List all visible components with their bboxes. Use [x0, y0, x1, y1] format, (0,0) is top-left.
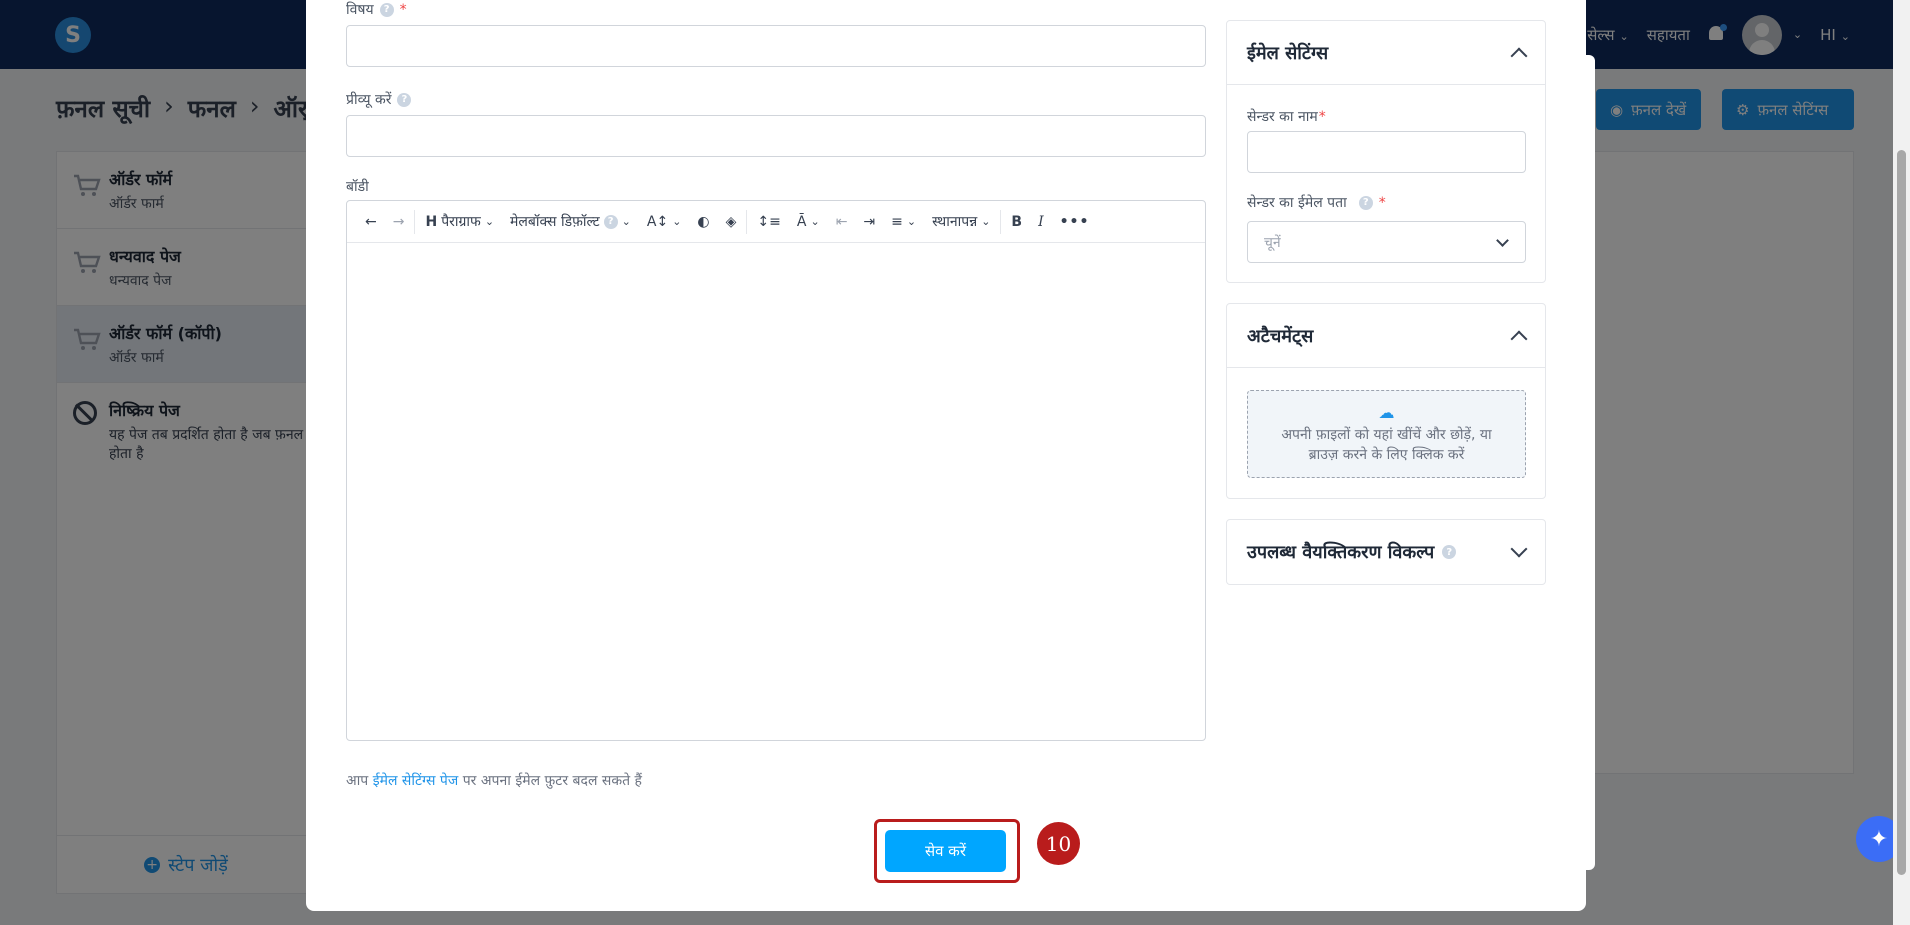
heading-icon: H	[425, 213, 438, 230]
chevron-down-icon: ⌄	[906, 215, 917, 228]
toolbar-divider	[414, 209, 416, 234]
italic-icon[interactable]: I	[1030, 201, 1052, 243]
font-size-select[interactable]: A↕ ⌄	[639, 201, 690, 243]
email-settings-card: ईमेल सेटिंग्स सेन्डर का नाम * सेन्डर का …	[1226, 20, 1546, 283]
sparkle-icon: ✦	[1869, 826, 1889, 852]
sender-name-label-text: सेन्डर का नाम	[1247, 109, 1318, 125]
footer-suffix: पर अपना ईमेल फ़ुटर बदल सकते हैं	[462, 773, 642, 789]
subject-input[interactable]	[346, 25, 1206, 67]
toolbar-divider	[746, 209, 748, 234]
email-settings-link[interactable]: ईमेल सेटिंग्स पेज	[373, 773, 459, 789]
chevron-down-icon: ⌄	[672, 215, 682, 228]
chevron-down-icon: ⌄	[981, 215, 991, 228]
attachments-card: अटैचमेंट्स ☁ अपनी फ़ाइलों को यहां खींचें…	[1226, 303, 1546, 499]
file-dropzone[interactable]: ☁ अपनी फ़ाइलों को यहां खींचें और छोड़ें,…	[1247, 390, 1526, 478]
required-marker: *	[1318, 108, 1326, 125]
body-editor: ← → H पैराग्राफ ⌄ मेलबॉक्स डिफ़ॉल्ट? ⌄ A↕ ⌄ …	[346, 200, 1206, 741]
editor-toolbar: ← → H पैराग्राफ ⌄ मेलबॉक्स डिफ़ॉल्ट? ⌄ A↕ ⌄ …	[347, 201, 1205, 243]
bold-icon[interactable]: B	[1003, 201, 1030, 243]
align-select[interactable]: ≡ ⌄	[883, 201, 924, 243]
dropzone-text-1: अपनी फ़ाइलों को यहां खींचें और छोड़ें, य…	[1281, 427, 1492, 443]
cloud-upload-icon: ☁	[1378, 403, 1395, 422]
undo-icon[interactable]: ←	[357, 201, 385, 243]
line-height-icon[interactable]: ↕≡	[749, 201, 788, 243]
body-label: बॉडी	[346, 177, 369, 196]
save-button[interactable]: सेव करें	[885, 830, 1006, 872]
sender-name-input[interactable]	[1247, 131, 1526, 173]
chevron-down-icon: ⌄	[810, 215, 820, 228]
outdent-icon[interactable]: ⇤	[828, 201, 856, 243]
chevron-up-icon	[1510, 330, 1528, 347]
sender-email-select[interactable]: चूनें	[1247, 221, 1526, 263]
heading-label: पैराग्राफ	[441, 214, 481, 230]
clear-format-icon: Ā	[796, 213, 807, 230]
footer-note: आप ईमेल सेटिंग्स पेज पर अपना ईमेल फ़ुटर …	[346, 771, 642, 790]
help-icon: ?	[603, 214, 618, 229]
sender-name-label: सेन्डर का नाम *	[1247, 107, 1326, 126]
chevron-down-icon: ⌄	[484, 215, 495, 228]
personalization-title: उपलब्ध वैयक्तिकरण विकल्प	[1247, 542, 1435, 563]
heading-select[interactable]: H पैराग्राफ ⌄	[417, 201, 502, 243]
subject-label: विषय ? *	[346, 0, 407, 19]
preview-label: प्रीव्यू करें ?	[346, 90, 412, 109]
footer-prefix: आप	[346, 773, 369, 789]
email-settings-title: ईमेल सेटिंग्स	[1247, 42, 1329, 64]
indent-icon[interactable]: ⇥	[855, 201, 883, 243]
placeholder-label: स्थानापन्न	[932, 214, 978, 230]
help-icon[interactable]: ?	[397, 92, 412, 107]
sender-email-label: सेन्डर का ईमेल पता ? *	[1247, 193, 1386, 212]
chevron-up-icon	[1510, 47, 1528, 64]
font-label: मेलबॉक्स डिफ़ॉल्ट	[510, 214, 600, 230]
scrollbar-thumb[interactable]	[1897, 150, 1906, 875]
body-label-text: बॉडी	[346, 179, 369, 195]
personalization-card: उपलब्ध वैयक्तिकरण विकल्प ?	[1226, 519, 1546, 585]
email-settings-header[interactable]: ईमेल सेटिंग्स	[1227, 21, 1545, 85]
chevron-down-icon	[1496, 234, 1509, 247]
text-color-icon[interactable]: ◐	[689, 201, 717, 243]
preview-input[interactable]	[346, 115, 1206, 157]
page-scrollbar[interactable]	[1893, 0, 1910, 925]
editor-content-area[interactable]	[347, 243, 1205, 740]
align-left-icon: ≡	[891, 213, 903, 230]
attachments-title: अटैचमेंट्स	[1247, 325, 1314, 347]
highlight-color-icon[interactable]: ◈	[718, 201, 745, 243]
more-icon[interactable]: •••	[1052, 201, 1098, 243]
redo-icon[interactable]: →	[385, 201, 413, 243]
font-select[interactable]: मेलबॉक्स डिफ़ॉल्ट? ⌄	[502, 201, 639, 243]
help-icon[interactable]: ?	[1442, 545, 1457, 559]
required-marker: *	[1378, 194, 1386, 211]
chevron-down-icon	[1510, 540, 1528, 558]
toolbar-divider	[1000, 209, 1002, 234]
dropzone-text-2: ब्राउज़ करने के लिए क्लिक करें	[1308, 447, 1465, 463]
personalization-header[interactable]: उपलब्ध वैयक्तिकरण विकल्प ?	[1227, 520, 1545, 584]
required-marker: *	[399, 1, 407, 18]
placeholder-select[interactable]: स्थानापन्न ⌄	[924, 201, 998, 243]
help-icon[interactable]: ?	[1358, 195, 1373, 210]
attachments-header[interactable]: अटैचमेंट्स	[1227, 304, 1545, 368]
chevron-down-icon: ⌄	[621, 215, 631, 228]
sender-email-label-text: सेन्डर का ईमेल पता	[1247, 195, 1347, 211]
help-icon[interactable]: ?	[379, 2, 394, 17]
preview-label-text: प्रीव्यू करें	[346, 92, 392, 108]
subject-label-text: विषय	[346, 2, 374, 18]
font-size-icon: A↕	[646, 213, 669, 230]
step-number-badge: 10	[1037, 822, 1080, 865]
clear-format-select[interactable]: Ā ⌄	[789, 201, 828, 243]
sender-email-placeholder: चूनें	[1264, 235, 1281, 251]
